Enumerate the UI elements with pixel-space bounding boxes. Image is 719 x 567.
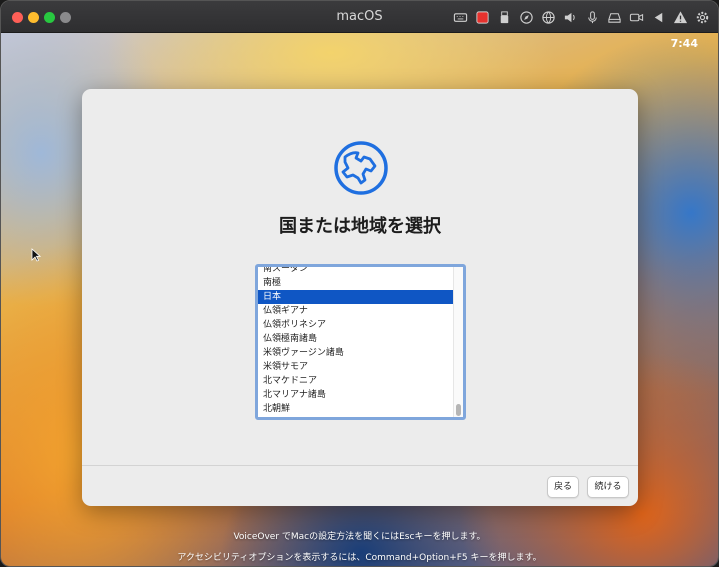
- region-list-item[interactable]: 北マケドニア: [258, 374, 456, 388]
- mouse-pointer-icon: [31, 248, 41, 262]
- region-list-item[interactable]: 南スーダン: [258, 267, 456, 276]
- globe-icon[interactable]: [540, 9, 556, 25]
- speaker-icon[interactable]: [562, 9, 578, 25]
- region-list-item[interactable]: 北朝鮮: [258, 402, 456, 416]
- record-icon[interactable]: [474, 9, 490, 25]
- warning-icon[interactable]: [672, 9, 688, 25]
- drive-icon[interactable]: [606, 9, 622, 25]
- list-scrollbar[interactable]: [453, 267, 463, 417]
- globe-icon: [334, 141, 388, 195]
- region-list-item[interactable]: 北マリアナ諸島: [258, 388, 456, 402]
- region-list-item[interactable]: 南極: [258, 276, 456, 290]
- region-list-item[interactable]: 仏領ギアナ: [258, 304, 456, 318]
- page-title: 国または地域を選択: [279, 216, 441, 237]
- camera-icon[interactable]: [628, 9, 644, 25]
- scroll-thumb[interactable]: [456, 404, 461, 416]
- vm-window: macOS 7:44 国または地域を選択 南スーダン 南極 日本 仏領ギアナ 仏…: [0, 0, 719, 567]
- accessibility-hint: アクセシビリティオプションを表示するには、Command+Option+F5 キ…: [177, 553, 542, 563]
- desktop-background: 7:44 国または地域を選択 南スーダン 南極 日本 仏領ギアナ 仏領ポリネシア 仏領極南…: [1, 33, 718, 566]
- region-list-item[interactable]: 仏領ポリネシア: [258, 318, 456, 332]
- play-back-icon[interactable]: [650, 9, 666, 25]
- back-button[interactable]: 戻る: [547, 476, 579, 498]
- keyboard-icon[interactable]: [452, 9, 468, 25]
- menubar-clock: 7:44: [670, 37, 698, 50]
- voiceover-hint: VoiceOver でMacの設定方法を聞くにはEscキーを押します。: [233, 532, 486, 542]
- compass-icon[interactable]: [518, 9, 534, 25]
- continue-button[interactable]: 続ける: [587, 476, 629, 498]
- region-list-item[interactable]: 米領サモア: [258, 360, 456, 374]
- footer-divider: [82, 465, 638, 466]
- region-list-item[interactable]: 米領ヴァージン諸島: [258, 346, 456, 360]
- usb-icon[interactable]: [496, 9, 512, 25]
- region-list-item[interactable]: 日本: [258, 290, 456, 304]
- setup-assistant-panel: 国または地域を選択 南スーダン 南極 日本 仏領ギアナ 仏領ポリネシア 仏領極南諸島 米領ヴ…: [82, 89, 638, 506]
- toolbar-icons: [452, 9, 710, 25]
- region-list[interactable]: 南スーダン 南極 日本 仏領ギアナ 仏領ポリネシア 仏領極南諸島 米領ヴァージン諸島 米領サモ…: [255, 264, 466, 420]
- gear-icon[interactable]: [694, 9, 710, 25]
- region-list-items: 南スーダン 南極 日本 仏領ギアナ 仏領ポリネシア 仏領極南諸島 米領ヴァージン諸島 米領サモ…: [258, 267, 456, 416]
- microphone-icon[interactable]: [584, 9, 600, 25]
- region-list-item[interactable]: 仏領極南諸島: [258, 332, 456, 346]
- title-bar: macOS: [1, 1, 718, 33]
